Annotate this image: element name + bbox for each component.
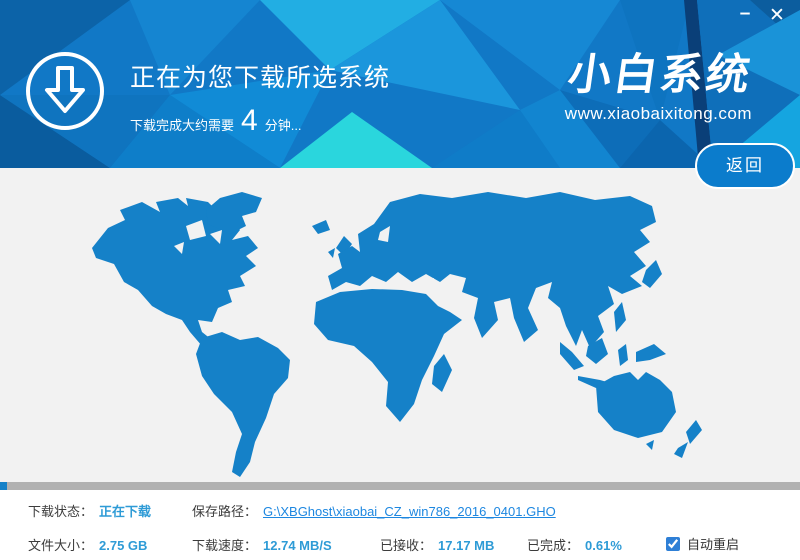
brand-block: 小白系统 www.xiaobaixitong.com [565, 52, 752, 124]
download-status-label: 下载状态： [28, 504, 93, 519]
minimize-button[interactable]: – [732, 2, 758, 28]
received-group: 已接收： 17.17 MB [380, 535, 494, 554]
received-label: 已接收： [380, 538, 432, 553]
eta-line: 下载完成大约需要 4 分钟... [130, 108, 390, 134]
save-path-group: 保存路径： G:\XBGhost\xiaobai_CZ_win786_2016_0… [192, 501, 556, 520]
eta-suffix: 分钟... [265, 115, 302, 134]
eta-minutes: 4 [241, 108, 258, 134]
save-path-link[interactable]: G:\XBGhost\xiaobai_CZ_win786_2016_0401.G… [263, 504, 556, 519]
status-bar: 下载状态： 正在下载 保存路径： G:\XBGhost\xiaobai_CZ_win… [0, 490, 800, 560]
file-size-value: 2.75 GB [99, 538, 147, 553]
file-size-label: 文件大小： [28, 538, 93, 553]
page-title: 正在为您下载所选系统 [130, 58, 390, 94]
header-text-block: 正在为您下载所选系统 下载完成大约需要 4 分钟... [130, 58, 390, 134]
eta-prefix: 下载完成大约需要 [130, 115, 234, 134]
speed-value: 12.74 MB/S [263, 538, 332, 553]
progress-fill [0, 482, 7, 490]
download-status-value: 正在下载 [99, 504, 151, 519]
completed-group: 已完成： 0.61% [527, 535, 622, 554]
auto-restart-checkbox[interactable] [666, 537, 680, 551]
download-icon [25, 51, 105, 131]
map-section [0, 168, 800, 482]
speed-label: 下载速度： [192, 538, 257, 553]
download-status-group: 下载状态： 正在下载 [28, 501, 151, 520]
completed-value: 0.61% [585, 538, 622, 553]
progress-bar [0, 482, 800, 490]
file-size-group: 文件大小： 2.75 GB [28, 535, 147, 554]
back-button[interactable]: 返回 [695, 143, 795, 189]
brand-logo: 小白系统 [562, 52, 756, 98]
close-button[interactable]: ✕ [764, 4, 790, 30]
save-path-label: 保存路径： [192, 504, 257, 519]
world-map [90, 190, 750, 480]
auto-restart-group: 自动重启 [666, 534, 739, 553]
received-value: 17.17 MB [438, 538, 494, 553]
completed-label: 已完成： [527, 538, 579, 553]
speed-group: 下载速度： 12.74 MB/S [192, 535, 332, 554]
brand-website: www.xiaobaixitong.com [565, 104, 752, 124]
auto-restart-label: 自动重启 [687, 534, 739, 553]
header: – ✕ 正在为您下载所选系统 下载完成大约需要 4 分钟... 小白系统 www… [0, 0, 800, 168]
app-window: – ✕ 正在为您下载所选系统 下载完成大约需要 4 分钟... 小白系统 www… [0, 0, 800, 560]
